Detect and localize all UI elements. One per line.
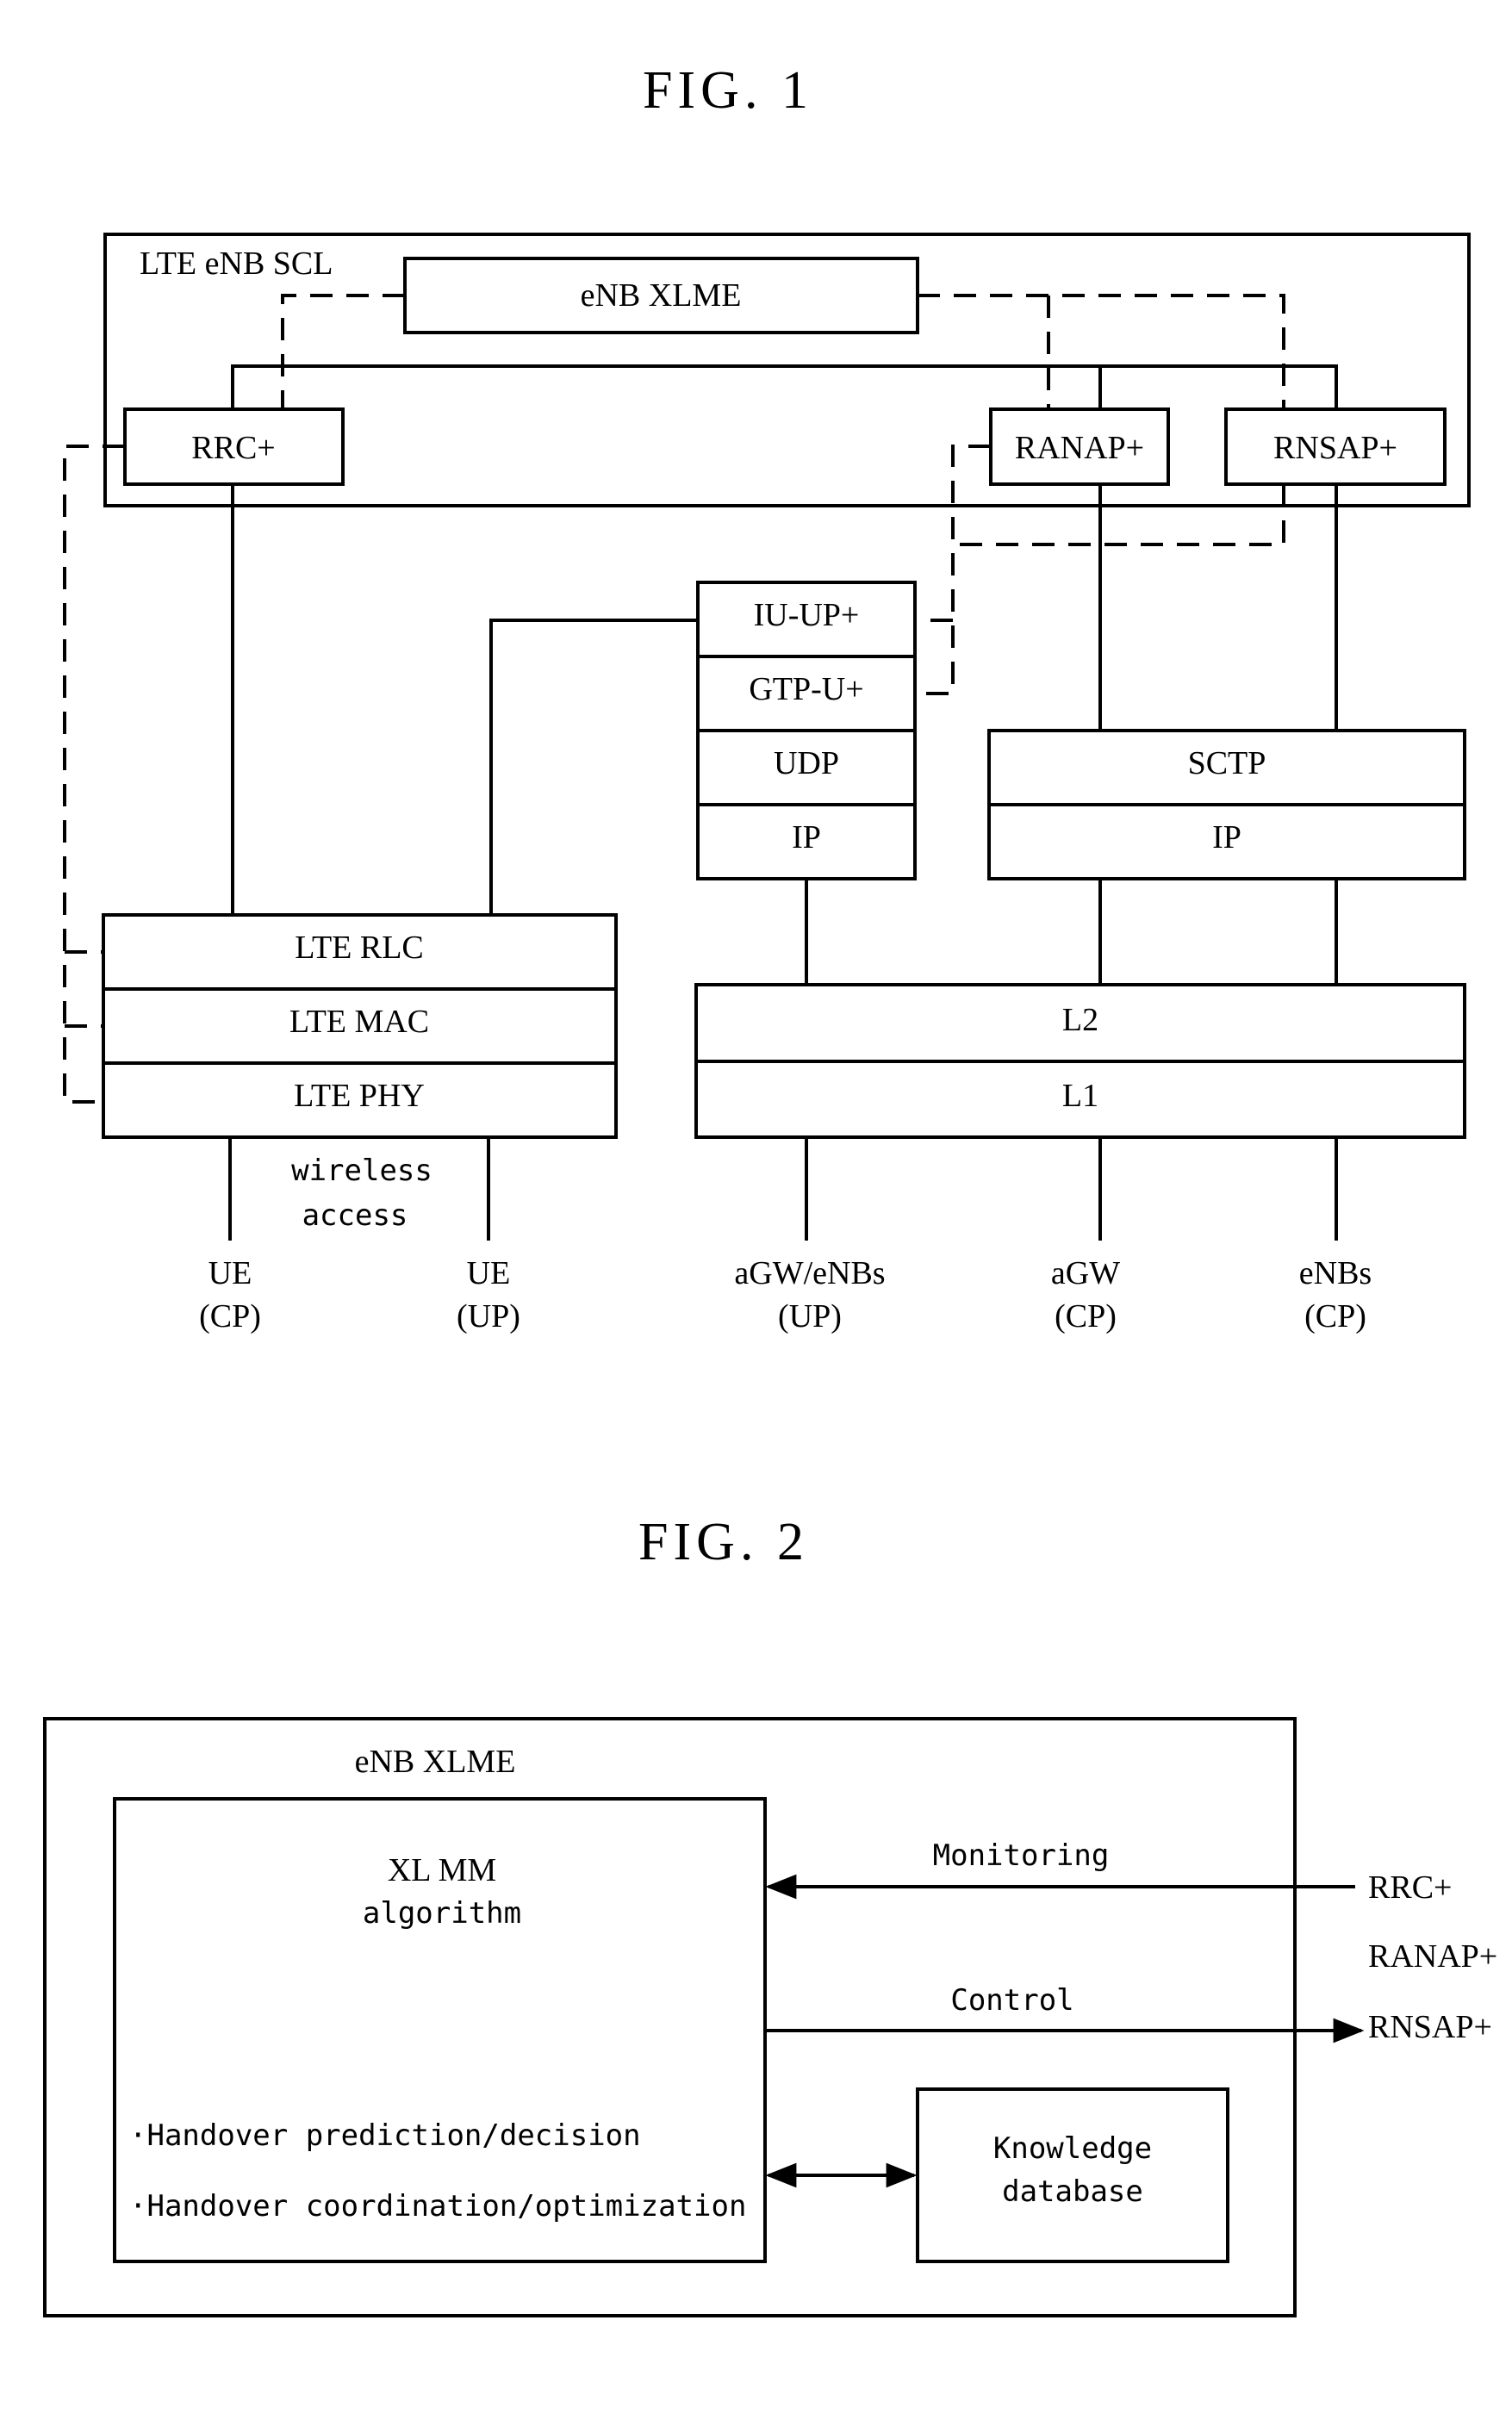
- ip-up-label: IP: [792, 819, 821, 855]
- lte-mac-label: LTE MAC: [289, 1004, 429, 1040]
- lte-phy-label: LTE PHY: [294, 1078, 425, 1114]
- fig2-container-label: eNB XLME: [355, 1744, 516, 1780]
- rrc-label: RRC+: [191, 430, 275, 466]
- endpoint-name: aGW/eNBs: [734, 1255, 885, 1291]
- algo-title-line2: algorithm: [363, 1896, 521, 1931]
- monitoring-label: Monitoring: [933, 1838, 1110, 1873]
- bullet-prediction: ·Handover prediction/decision: [129, 2118, 641, 2153]
- ranap-label: RANAP+: [1015, 430, 1144, 466]
- xlme-label: eNB XLME: [581, 277, 742, 314]
- fig2-title: FIG. 2: [638, 1513, 809, 1571]
- lte-rlc-label: LTE RLC: [295, 930, 424, 966]
- algo-title-line1: XL MM: [388, 1852, 496, 1888]
- ip-cp-label: IP: [1212, 819, 1241, 855]
- wireless-label: wireless: [291, 1154, 432, 1188]
- rrc-lte-dashed: [63, 445, 125, 1104]
- endpoint-name: UE: [208, 1255, 252, 1291]
- database-label: database: [1002, 2174, 1143, 2209]
- bullet-coordination: ·Handover coordination/optimization: [129, 2189, 746, 2224]
- endpoint-plane: (CP): [199, 1298, 261, 1334]
- udp-label: UDP: [774, 745, 839, 781]
- endpoint-name: eNBs: [1299, 1255, 1372, 1291]
- access-label: access: [302, 1198, 408, 1233]
- knowledge-label: Knowledge: [993, 2131, 1152, 2166]
- endpoint-labels: UE (CP) UE (UP) aGW/eNBs (UP) aGW (CP) e…: [199, 1255, 1372, 1334]
- sctp-label: SCTP: [1188, 745, 1266, 781]
- xlme-container: [43, 1717, 1297, 2317]
- l1-label: L1: [1062, 1078, 1098, 1114]
- container-label: LTE eNB SCL: [140, 246, 333, 282]
- protocol-ranap: RANAP+: [1368, 1938, 1497, 1975]
- endpoint-plane: (CP): [1304, 1298, 1366, 1334]
- control-label: Control: [950, 1983, 1073, 2018]
- protocol-rnsap: RNSAP+: [1368, 2009, 1492, 2045]
- diagram-canvas: FIG. 1 LTE eNB SCL eNB XLME RRC+ RANAP+ …: [43, 61, 1497, 2317]
- ranap-gtp-dashed: [915, 445, 991, 695]
- rnsap-label: RNSAP+: [1273, 430, 1397, 466]
- endpoint-name: aGW: [1051, 1255, 1120, 1291]
- xlme-rrc-dashed: [281, 294, 405, 409]
- protocol-rrc: RRC+: [1368, 1869, 1452, 1906]
- l2-label: L2: [1062, 1002, 1098, 1038]
- iuup-rlc-link: [489, 619, 698, 915]
- endpoint-plane: (CP): [1055, 1298, 1117, 1334]
- fig1-title: FIG. 1: [643, 61, 813, 120]
- endpoint-name: UE: [467, 1255, 511, 1291]
- scl-bus-line: [231, 364, 1338, 409]
- gtpu-label: GTP-U+: [749, 671, 863, 707]
- iuup-label: IU-UP+: [754, 597, 860, 633]
- endpoint-plane: (UP): [457, 1298, 520, 1334]
- endpoint-plane: (UP): [778, 1298, 842, 1334]
